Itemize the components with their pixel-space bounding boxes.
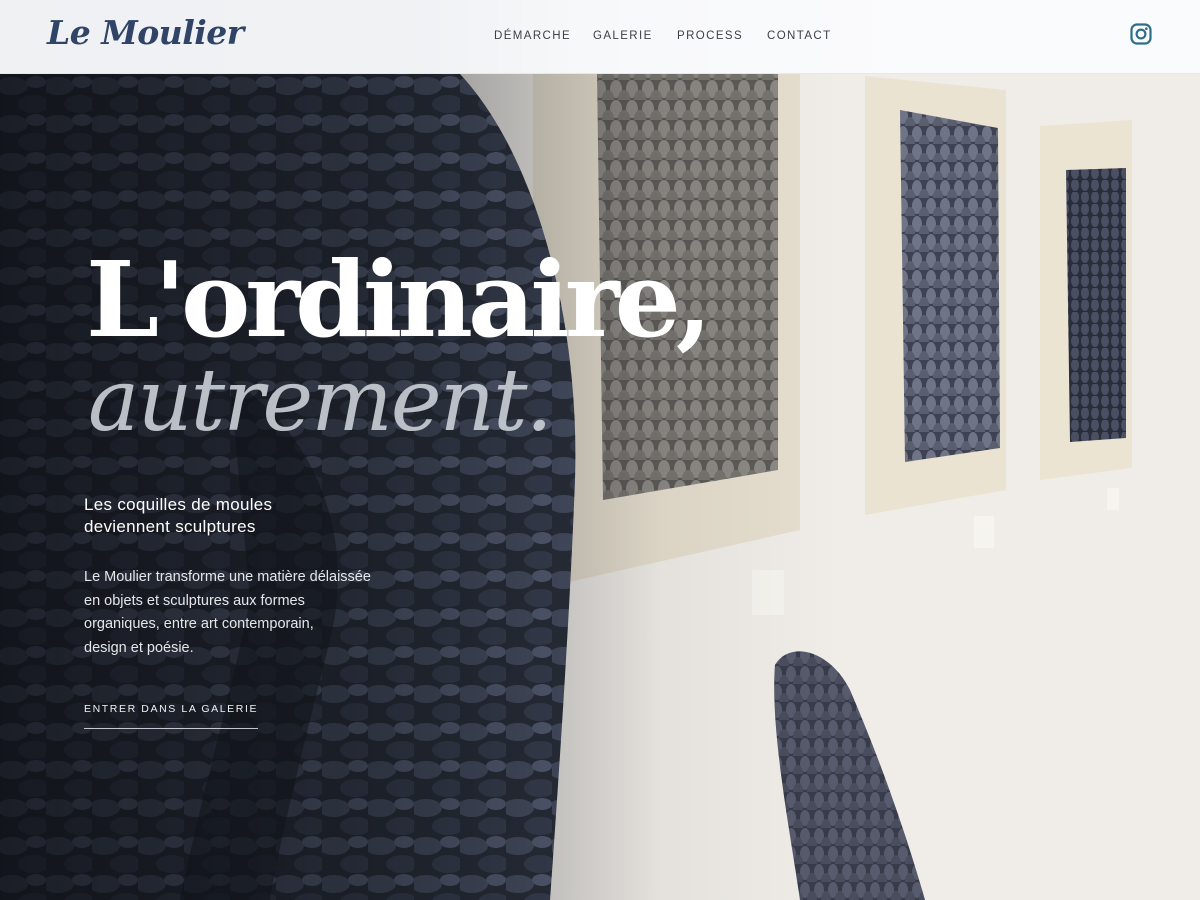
hero-subtitle-line: deviennent sculptures [84,517,256,536]
hero-description: Le Moulier transforme une matière délais… [84,566,384,660]
nav-link-process[interactable]: PROCESS [677,30,767,42]
hero-description-line: Le Moulier transforme une matière délais… [84,569,371,585]
hero-description-line: en objets et sculptures aux formes [84,592,305,609]
hero-headline-script: autrement. [88,351,553,451]
enter-gallery-link[interactable]: ENTRER DANS LA GALERIE [84,703,259,729]
nav-link-demarche[interactable]: DÉMARCHE [494,30,593,42]
hero-description-line: design et poésie. [84,639,194,656]
site-logo[interactable]: Le Moulier [47,13,244,52]
hero-subtitle-line: Les coquilles de moules [84,495,273,514]
main-navigation: DÉMARCHE GALERIE PROCESS CONTACT [494,30,837,42]
nav-link-contact[interactable]: CONTACT [767,30,837,42]
nav-link-galerie[interactable]: GALERIE [593,30,677,42]
hero-subtitle: Les coquilles de moules deviennent sculp… [84,494,384,538]
hero-headline: L'ordinaire, [86,238,712,361]
instagram-link[interactable] [1130,23,1152,45]
instagram-icon [1130,23,1152,45]
hero-description-line: organiques, entre art contemporain, [84,616,314,632]
site-header: Le Moulier DÉMARCHE GALERIE PROCESS CONT… [0,0,1200,74]
